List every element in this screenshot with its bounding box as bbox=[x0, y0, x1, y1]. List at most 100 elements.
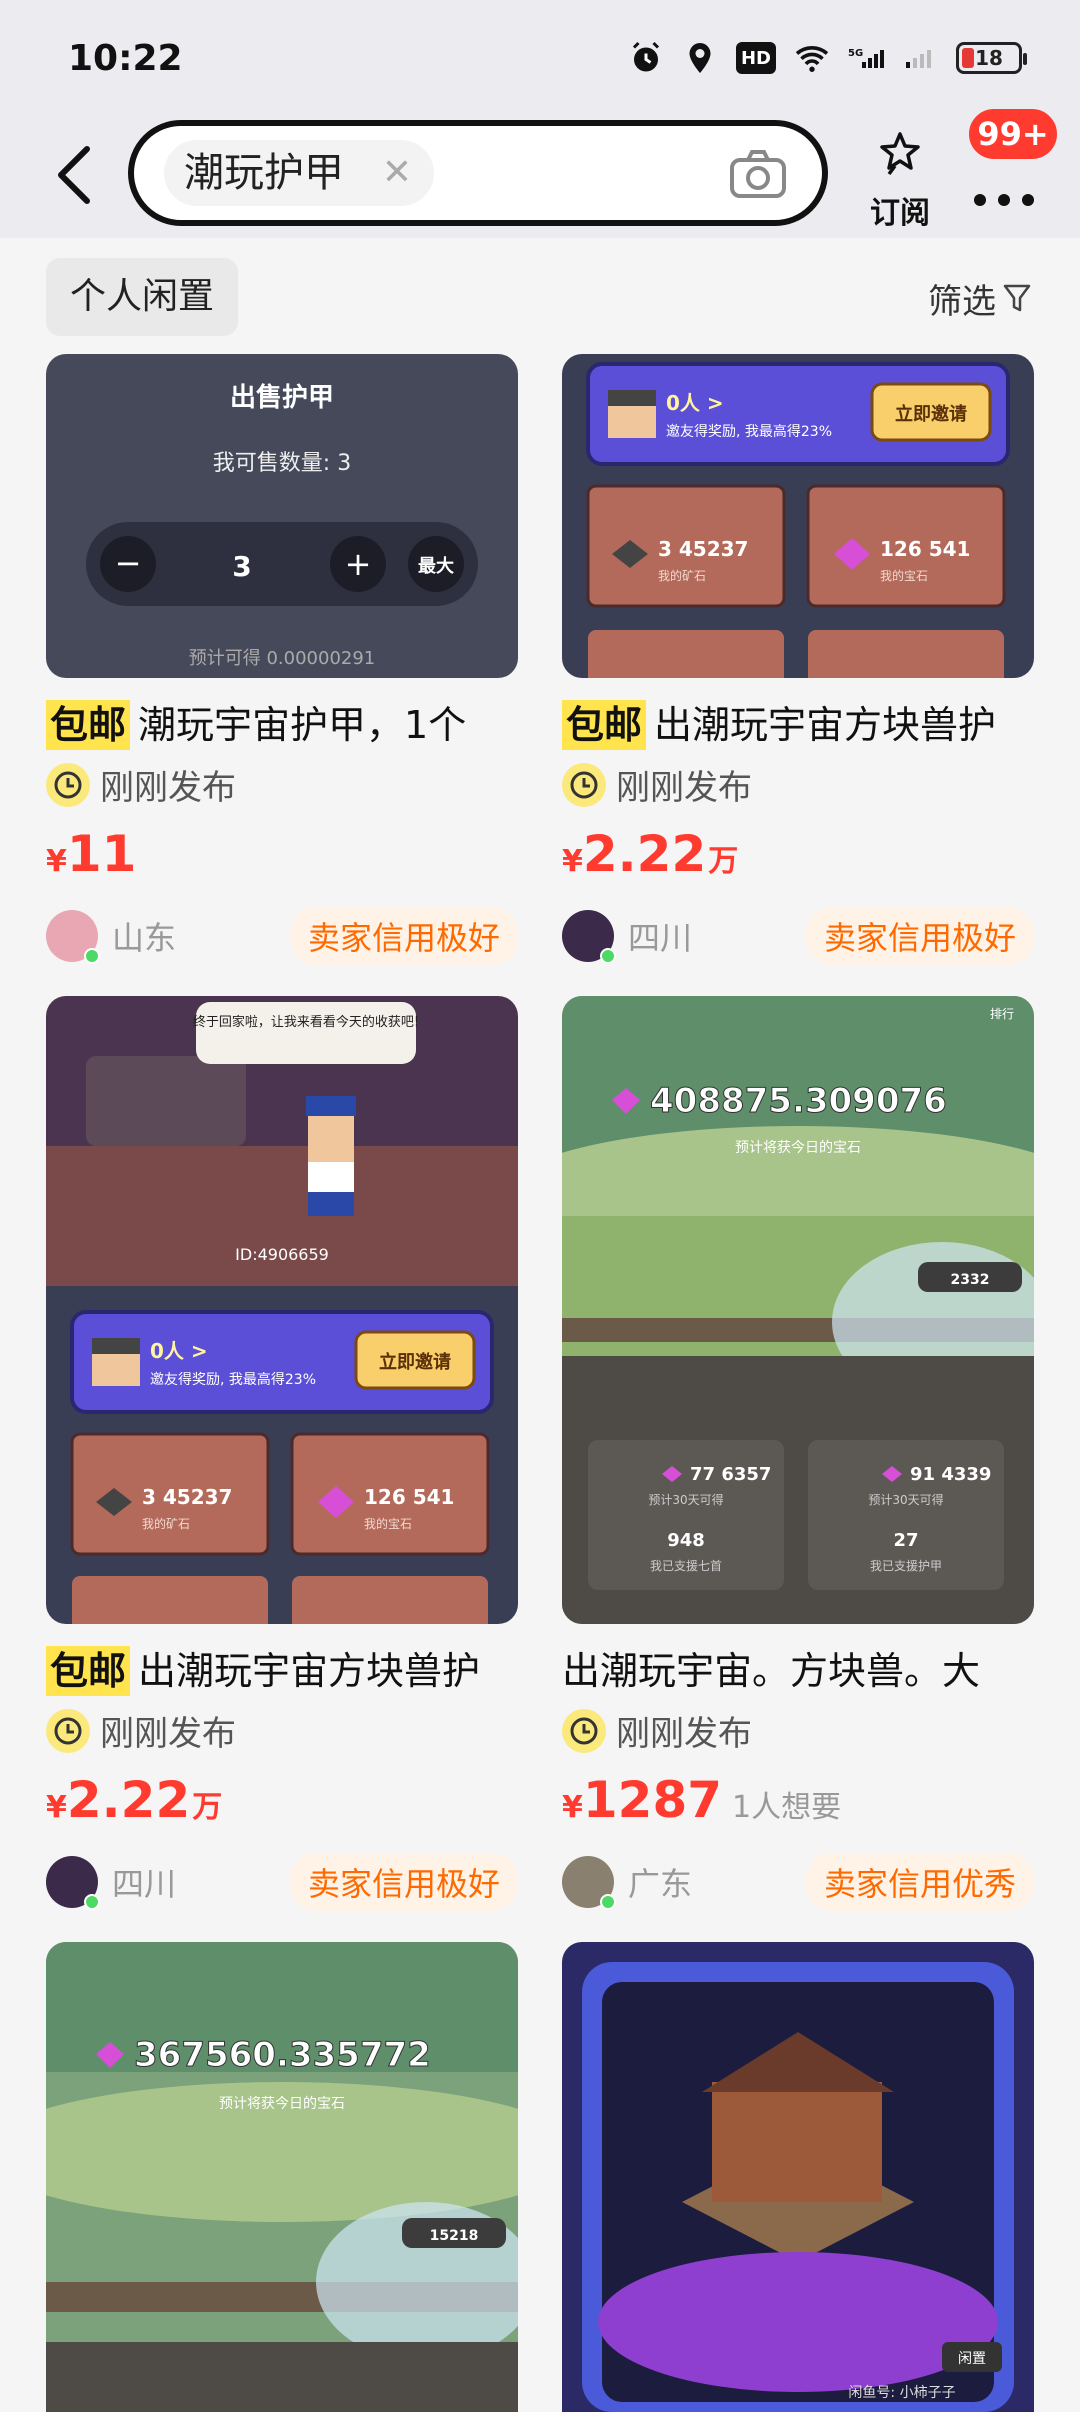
product-card[interactable]: 终于回家啦，让我来看看今天的收获吧! ID:4906659 0人 > 邀友得奖励… bbox=[46, 996, 518, 1911]
filter-button[interactable]: 筛选 bbox=[928, 274, 1032, 323]
img-ore-label: 我的矿石 bbox=[142, 1516, 190, 1531]
seller-info[interactable]: 四川 bbox=[562, 910, 693, 964]
product-image[interactable]: 排行 408875.309076 预计将获今日的宝石 2332 77 6357 … bbox=[562, 996, 1034, 1624]
notification-badge: 99+ bbox=[966, 106, 1060, 162]
avatar[interactable] bbox=[46, 910, 100, 964]
img-gem-total: 408875.309076 bbox=[650, 1081, 947, 1121]
product-card[interactable]: 367560.335772 预计将获今日的宝石 15218 bbox=[46, 1942, 518, 2412]
pin-star-icon bbox=[880, 132, 920, 176]
seller-region: 广东 bbox=[628, 1865, 693, 1903]
clock-icon bbox=[46, 762, 90, 807]
img-people: 0人 > bbox=[666, 391, 724, 415]
battery-level: 18 bbox=[975, 46, 1003, 70]
avatar[interactable] bbox=[46, 1856, 100, 1910]
product-card[interactable]: 出售护甲 我可售数量: 3 − 3 + 最大 预计可得 0.00000291 包… bbox=[46, 354, 518, 965]
price-unit: 万 bbox=[708, 844, 739, 879]
price-symbol: ¥ bbox=[562, 1790, 583, 1825]
product-card[interactable]: 0人 > 邀友得奖励, 我最高得23% 立即邀请 3 45237 我的矿石 12… bbox=[562, 354, 1034, 965]
price-value: 1287 bbox=[582, 1771, 723, 1829]
search-header: 潮玩护甲 ✕ 订阅 bbox=[0, 120, 1080, 238]
search-input[interactable]: 潮玩护甲 ✕ bbox=[128, 120, 828, 226]
img-id: ID:4906659 bbox=[235, 1245, 329, 1264]
img-ore-value: 3 45237 bbox=[142, 1485, 232, 1509]
price-symbol: ¥ bbox=[562, 844, 583, 879]
subscribe-label: 订阅 bbox=[870, 196, 930, 231]
img-ore-label: 我的矿石 bbox=[658, 568, 706, 583]
svg-text:−: − bbox=[115, 544, 142, 582]
wifi-icon bbox=[795, 46, 829, 72]
publish-time: 刚刚发布 bbox=[562, 760, 1034, 809]
status-icons: HD 5G 18 bbox=[628, 40, 1027, 76]
img-shield: 15218 bbox=[430, 2228, 479, 2244]
product-title[interactable]: 出潮玩宇宙。方块兽。大 bbox=[562, 1646, 1034, 1696]
publish-time-text: 刚刚发布 bbox=[100, 768, 236, 808]
seller-info[interactable]: 四川 bbox=[46, 1856, 176, 1910]
seller-row: 广东 卖家信用优秀 bbox=[562, 1853, 1034, 1911]
more-icon bbox=[974, 194, 1034, 206]
product-title[interactable]: 包邮 出潮玩宇宙方块兽护 bbox=[46, 1646, 518, 1696]
price: ¥ 2.22 万 bbox=[46, 1771, 518, 1829]
product-image[interactable]: 0人 > 邀友得奖励, 我最高得23% 立即邀请 3 45237 我的矿石 12… bbox=[562, 354, 1034, 678]
img-stat1: 77 6357 bbox=[690, 1464, 771, 1485]
location-icon bbox=[689, 43, 711, 73]
search-chip[interactable]: 潮玩护甲 ✕ bbox=[164, 140, 434, 206]
filter-row: 个人闲置 筛选 bbox=[0, 238, 1080, 348]
product-image[interactable]: 终于回家啦，让我来看看今天的收获吧! ID:4906659 0人 > 邀友得奖励… bbox=[46, 996, 518, 1624]
img-gem-total: 367560.335772 bbox=[134, 2035, 431, 2075]
img-people: 0人 > bbox=[150, 1339, 208, 1363]
price-unit: 万 bbox=[192, 1790, 223, 1825]
price-value: 2.22 bbox=[582, 825, 707, 883]
battery-fill bbox=[962, 48, 974, 68]
product-card[interactable]: 闲置 闲鱼号: 小柿子子 bbox=[562, 1942, 1034, 2412]
credit-badge: 卖家信用极好 bbox=[805, 907, 1034, 965]
seller-info[interactable]: 广东 bbox=[562, 1856, 693, 1910]
product-image[interactable]: 出售护甲 我可售数量: 3 − 3 + 最大 预计可得 0.00000291 bbox=[46, 354, 518, 678]
online-dot bbox=[600, 1894, 616, 1910]
title-text: 出潮玩宇宙方块兽护 bbox=[138, 1649, 481, 1693]
img-estimate: 预计可得 0.00000291 bbox=[189, 648, 376, 669]
img-stat3-label: 我已支援七首 bbox=[650, 1559, 722, 1573]
img-sub: 预计将获今日的宝石 bbox=[219, 2096, 345, 2112]
credit-badge: 卖家信用极好 bbox=[289, 907, 518, 965]
publish-time-text: 刚刚发布 bbox=[100, 1714, 236, 1754]
product-title[interactable]: 包邮 潮玩宇宙护甲，1个 bbox=[46, 700, 518, 750]
publish-time-text: 刚刚发布 bbox=[616, 1714, 752, 1754]
price: ¥ 11 bbox=[46, 825, 518, 883]
back-button[interactable] bbox=[40, 140, 110, 210]
subscribe-button[interactable]: 订阅 bbox=[862, 130, 938, 232]
free-shipping-tag: 包邮 bbox=[562, 700, 647, 750]
network-label: 5G bbox=[848, 48, 863, 59]
camera-icon[interactable] bbox=[728, 148, 788, 200]
img-tag2: 闲置 bbox=[958, 2351, 986, 2367]
credit-badge: 卖家信用极好 bbox=[289, 1853, 518, 1911]
clock-icon bbox=[562, 1708, 606, 1753]
avatar[interactable] bbox=[562, 910, 616, 964]
price-value: 2.22 bbox=[66, 1771, 191, 1829]
img-stat3: 948 bbox=[667, 1530, 705, 1551]
online-dot bbox=[84, 948, 100, 964]
price: ¥ 1287 1人想要 bbox=[562, 1771, 1034, 1829]
img-qty: 3 bbox=[232, 550, 251, 583]
img-gem-label: 我的宝石 bbox=[880, 568, 928, 583]
online-dot bbox=[600, 948, 616, 964]
publish-time: 刚刚发布 bbox=[562, 1706, 1034, 1755]
publish-time-text: 刚刚发布 bbox=[616, 768, 752, 808]
product-card[interactable]: 排行 408875.309076 预计将获今日的宝石 2332 77 6357 … bbox=[562, 996, 1034, 1911]
seller-info[interactable]: 山东 bbox=[46, 910, 176, 964]
hd-icon: HD bbox=[736, 42, 776, 74]
free-shipping-tag: 包邮 bbox=[46, 700, 131, 750]
seller-region: 四川 bbox=[628, 919, 693, 957]
svg-text:+: + bbox=[345, 545, 372, 583]
avatar[interactable] bbox=[562, 1856, 616, 1910]
img-gem-label: 我的宝石 bbox=[364, 1516, 412, 1531]
price: ¥ 2.22 万 bbox=[562, 825, 1034, 883]
product-title[interactable]: 包邮 出潮玩宇宙方块兽护 bbox=[562, 700, 1034, 750]
img-stat4-label: 我已支援护甲 bbox=[870, 1559, 942, 1573]
product-image[interactable]: 367560.335772 预计将获今日的宝石 15218 bbox=[46, 1942, 518, 2412]
clear-search-icon[interactable]: ✕ bbox=[382, 140, 412, 206]
product-image[interactable]: 闲置 闲鱼号: 小柿子子 bbox=[562, 1942, 1034, 2412]
personal-idle-chip[interactable]: 个人闲置 bbox=[46, 258, 239, 336]
free-shipping-tag: 包邮 bbox=[46, 1646, 131, 1696]
funnel-icon bbox=[1003, 284, 1031, 311]
img-tag: 闲鱼号: 小柿子子 bbox=[848, 2384, 955, 2401]
